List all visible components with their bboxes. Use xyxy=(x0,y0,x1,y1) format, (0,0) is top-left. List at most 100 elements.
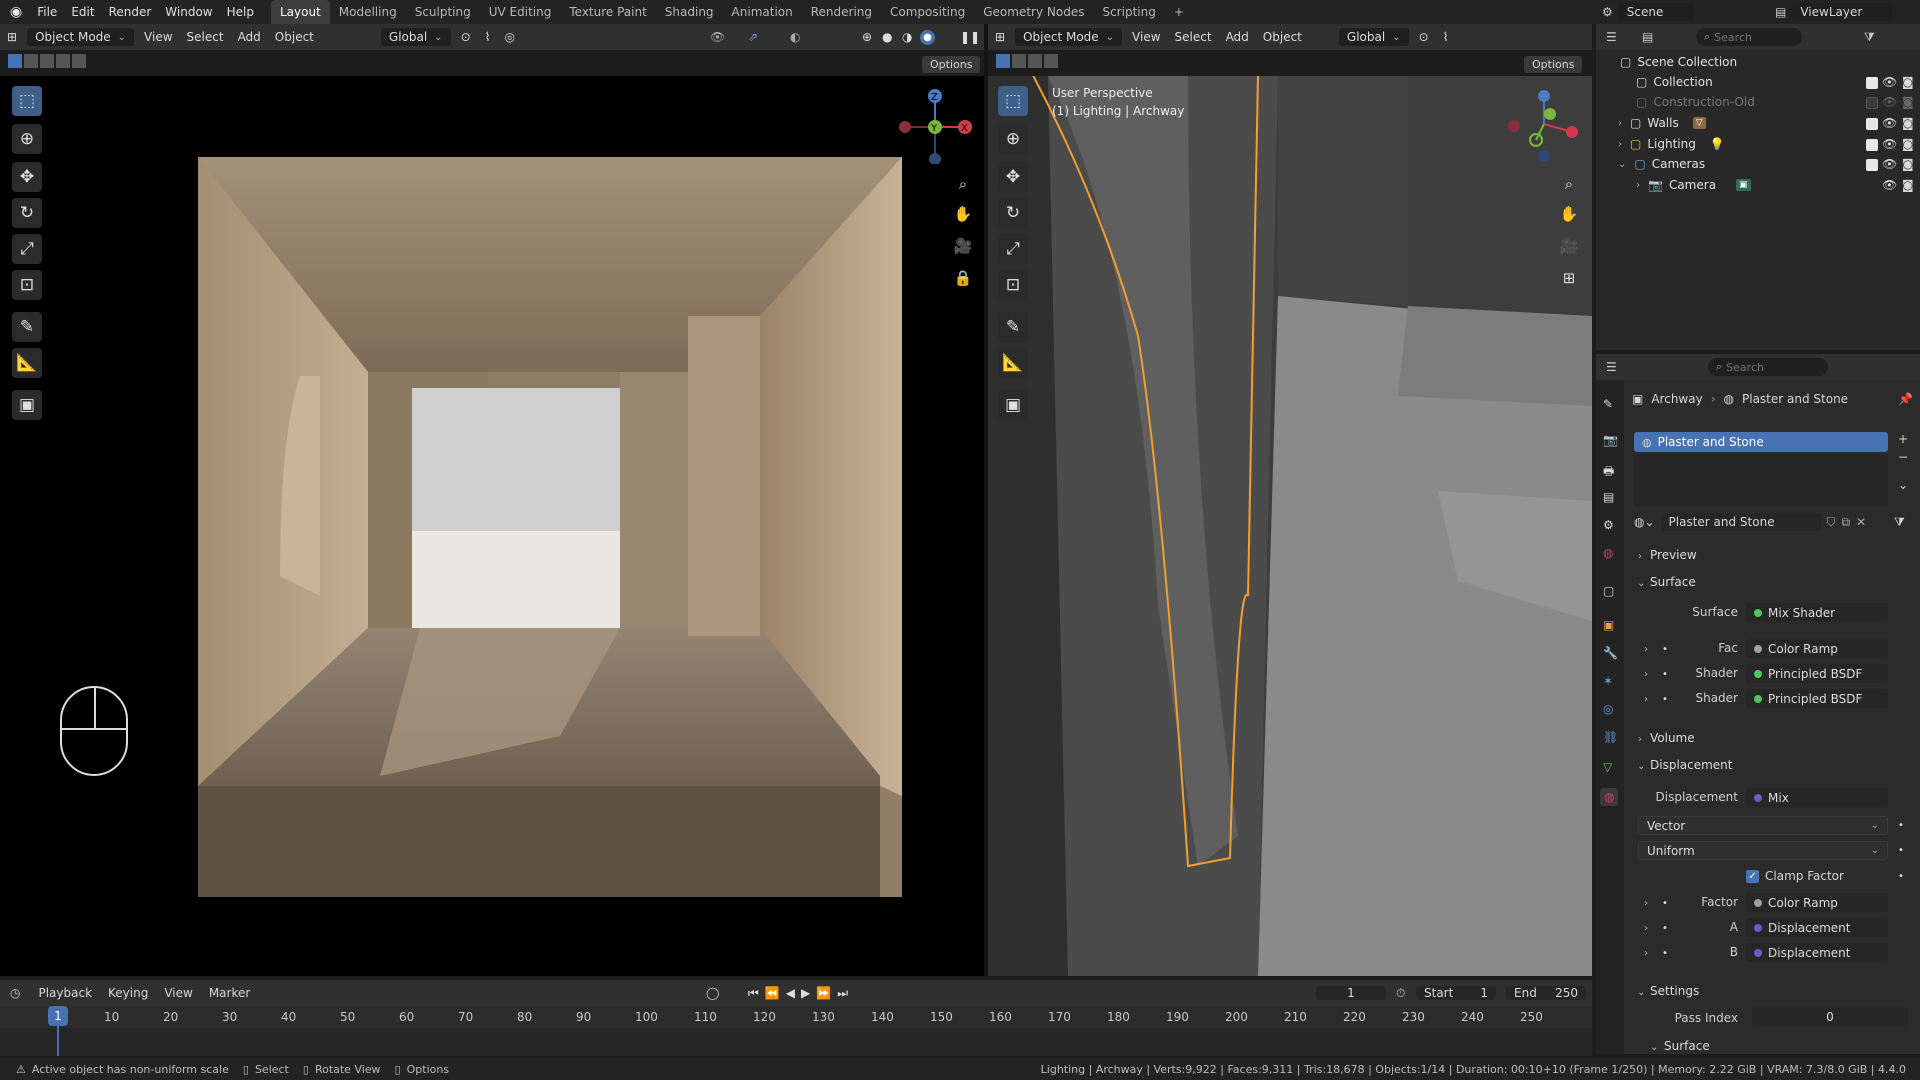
right-grid-icon[interactable]: ⊞ xyxy=(1557,266,1581,290)
playhead-line[interactable] xyxy=(57,1026,59,1056)
right-editor-type-icon[interactable]: ⊞ xyxy=(988,30,1012,44)
outliner-filter-icon[interactable]: ⧩ xyxy=(1864,30,1875,45)
view-layer-selector[interactable]: ▤ ViewLayer xyxy=(1775,0,1893,24)
select-subtract-icon[interactable] xyxy=(40,54,54,68)
timeline-menu-view[interactable]: View xyxy=(156,986,200,1000)
add-cube-tool-icon[interactable]: ▣ xyxy=(12,390,42,420)
expand-arrow-icon[interactable]: › xyxy=(1636,180,1640,191)
scale-tool-icon[interactable]: ⤢ xyxy=(12,234,42,264)
right-select-subtract-icon[interactable] xyxy=(1028,54,1042,68)
pass-index-field[interactable]: 0 xyxy=(1752,1007,1908,1026)
keyframe-dot-icon[interactable]: • xyxy=(1898,845,1904,856)
right-scale-tool-icon[interactable]: ⤢ xyxy=(998,234,1028,264)
menu-help[interactable]: Help xyxy=(220,0,261,24)
section-surface[interactable]: Surface xyxy=(1650,575,1696,589)
tab-scripting[interactable]: Scripting xyxy=(1093,0,1164,24)
menu-edit[interactable]: Edit xyxy=(64,0,101,24)
shading-wireframe-icon[interactable]: ⊕ xyxy=(862,30,872,44)
render-camera-icon[interactable]: ◙ xyxy=(1902,178,1914,192)
left-menu-view[interactable]: View xyxy=(137,30,179,44)
render-camera-icon[interactable]: ◙ xyxy=(1902,95,1914,109)
expand-arrow-icon[interactable]: › xyxy=(1618,139,1622,150)
current-frame-field[interactable]: 1 xyxy=(1316,986,1386,1000)
clamp-factor-row[interactable]: ✓ Clamp Factor xyxy=(1746,869,1844,883)
tab-sculpting[interactable]: Sculpting xyxy=(406,0,480,24)
surface-shader-field[interactable]: Mix Shader xyxy=(1746,603,1888,622)
outliner-row-lighting[interactable]: › ▢ Lighting 💡 xyxy=(1618,134,1725,154)
end-frame-field[interactable]: End 250 xyxy=(1506,986,1586,1000)
right-orientation-dropdown[interactable]: Global xyxy=(1338,28,1409,46)
physics-tab-icon[interactable]: ◎ xyxy=(1603,702,1613,716)
shading-solid-icon[interactable]: ● xyxy=(882,30,892,44)
jump-key-forward-icon[interactable]: ⏩ xyxy=(816,986,831,1001)
constraint-tab-icon[interactable]: ⛓ xyxy=(1603,730,1618,744)
section-settings[interactable]: Settings xyxy=(1650,984,1699,998)
filter-icon[interactable]: ⧩ xyxy=(1894,515,1905,530)
particles-tab-icon[interactable]: ✶ xyxy=(1603,674,1613,688)
collection-tab-icon[interactable]: ▢ xyxy=(1603,584,1614,598)
left-navigation-gizmo[interactable]: Z X Y xyxy=(895,84,975,165)
right-pivot-icon[interactable]: ⊙ xyxy=(1412,30,1436,44)
pivot-icon[interactable]: ⊙ xyxy=(454,30,478,44)
keyframe-dot-icon[interactable]: • xyxy=(1898,871,1904,882)
render-camera-icon[interactable]: ◙ xyxy=(1902,75,1914,89)
left-orientation-dropdown[interactable]: Global xyxy=(380,28,451,46)
collapse-arrow-icon[interactable]: › xyxy=(1638,551,1642,562)
expand-arrow-icon[interactable]: › xyxy=(1644,898,1648,909)
b-field[interactable]: Displacement xyxy=(1746,943,1888,962)
camera-view-icon[interactable]: 🎥 xyxy=(951,234,975,258)
expand-arrow-icon[interactable]: › xyxy=(1644,923,1648,934)
expand-arrow-icon[interactable]: › xyxy=(1618,118,1622,129)
clamp-factor-checkbox[interactable]: ✓ xyxy=(1746,869,1759,883)
lock-icon[interactable]: 🔒 xyxy=(951,266,975,290)
tab-texture-paint[interactable]: Texture Paint xyxy=(560,0,655,24)
visibility-icon[interactable]: 👁 xyxy=(710,30,725,44)
right-camera-view-icon[interactable]: 🎥 xyxy=(1557,234,1581,258)
right-annotate-tool-icon[interactable]: ✎ xyxy=(998,312,1028,342)
material-browse-icon[interactable]: ◍⌄ xyxy=(1634,515,1655,529)
material-slot-row[interactable]: ◍ Plaster and Stone xyxy=(1634,432,1888,452)
tab-rendering[interactable]: Rendering xyxy=(802,0,881,24)
properties-search-input[interactable] xyxy=(1726,360,1817,374)
displacement-field[interactable]: Mix xyxy=(1746,788,1888,807)
jump-start-icon[interactable]: ⏮ xyxy=(748,986,759,1001)
expand-arrow-icon[interactable]: › xyxy=(1644,948,1648,959)
right-snap-icon[interactable]: ⌇ xyxy=(1436,30,1456,44)
scene-tab-icon[interactable]: ⚙ xyxy=(1603,518,1614,532)
outliner-row-construction-old[interactable]: ▢ Construction-Old xyxy=(1636,92,1755,112)
measure-tool-icon[interactable]: 📐 xyxy=(12,348,42,378)
outliner-search[interactable]: ⌕ xyxy=(1696,28,1802,46)
eye-icon[interactable]: 👁 xyxy=(1882,95,1897,109)
pause-render-icon[interactable]: ❚❚ xyxy=(960,30,980,44)
menu-file[interactable]: File xyxy=(30,0,64,24)
right-select-new-icon[interactable] xyxy=(996,54,1010,68)
expand-arrow-icon[interactable]: ⌄ xyxy=(1650,1042,1658,1053)
menu-render[interactable]: Render xyxy=(102,0,159,24)
left-menu-select[interactable]: Select xyxy=(180,30,231,44)
render-tab-icon[interactable]: 📷 xyxy=(1603,433,1618,447)
tab-shading[interactable]: Shading xyxy=(656,0,723,24)
pin-icon[interactable]: 📌 xyxy=(1898,392,1913,406)
jump-end-icon[interactable]: ⏭ xyxy=(837,986,848,1001)
timeline-menu-marker[interactable]: Marker xyxy=(201,986,258,1000)
material-tab-icon[interactable]: ◍ xyxy=(1600,788,1619,806)
data-tab-icon[interactable]: ▽ xyxy=(1603,760,1612,774)
right-cursor-tool-icon[interactable]: ⊕ xyxy=(998,124,1028,154)
expand-arrow-icon[interactable]: ⌄ xyxy=(1637,761,1645,772)
add-workspace-icon[interactable]: + xyxy=(1165,0,1193,24)
render-camera-icon[interactable]: ◙ xyxy=(1902,116,1914,130)
eye-icon[interactable]: 👁 xyxy=(1882,75,1897,89)
vector-dropdown[interactable]: Vector ⌄ xyxy=(1638,816,1888,835)
move-tool-icon[interactable]: ✥ xyxy=(12,162,42,192)
outliner-search-input[interactable] xyxy=(1714,30,1795,44)
expand-arrow-icon[interactable]: › xyxy=(1644,694,1648,705)
expand-arrow-icon[interactable]: ⌄ xyxy=(1637,987,1645,998)
a-field[interactable]: Displacement xyxy=(1746,918,1888,937)
remove-slot-icon[interactable]: − xyxy=(1898,450,1908,464)
select-extend-icon[interactable] xyxy=(24,54,38,68)
annotate-tool-icon[interactable]: ✎ xyxy=(12,312,42,342)
editor-type-icon[interactable]: ⊞ xyxy=(0,30,24,44)
shading-material-icon[interactable]: ◑ xyxy=(902,30,912,44)
right-menu-add[interactable]: Add xyxy=(1219,30,1256,44)
expand-arrow-icon[interactable]: › xyxy=(1644,644,1648,655)
